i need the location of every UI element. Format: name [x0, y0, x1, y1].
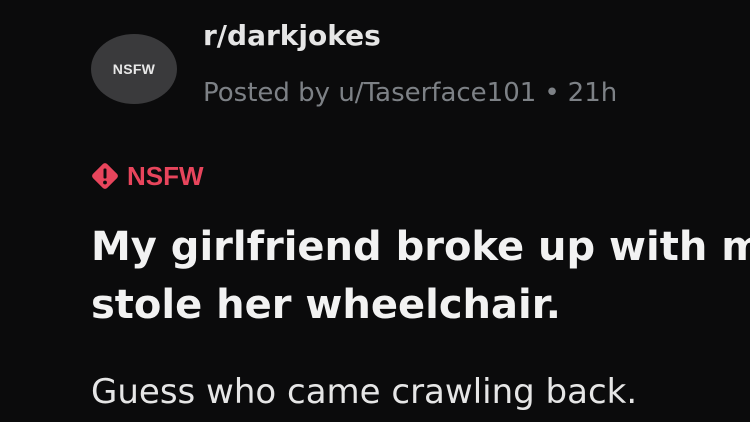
post-title[interactable]: My girlfriend broke up with me, so I sto… — [91, 218, 750, 334]
nsfw-label: NSFW — [127, 161, 204, 191]
author-link[interactable]: Posted by u/Taserface101 — [203, 78, 536, 108]
nsfw-flair: NSFW — [89, 160, 204, 192]
subreddit-avatar[interactable]: NSFW — [91, 34, 177, 104]
post-byline: Posted by u/Taserface101 • 21h — [203, 80, 617, 106]
post-title-line-1: My girlfriend broke up with me, so I — [91, 224, 750, 270]
avatar-label: NSFW — [112, 61, 156, 77]
post-body: Guess who came crawling back. — [91, 372, 638, 412]
warning-diamond-icon — [92, 163, 118, 189]
subreddit-link[interactable]: r/darkjokes — [203, 22, 381, 50]
post-age: 21h — [567, 78, 618, 108]
post-title-line-2: stole her wheelchair. — [91, 282, 561, 328]
byline-separator: • — [544, 78, 560, 108]
post-card[interactable]: NSFW r/darkjokes Posted by u/Taserface10… — [0, 0, 750, 422]
